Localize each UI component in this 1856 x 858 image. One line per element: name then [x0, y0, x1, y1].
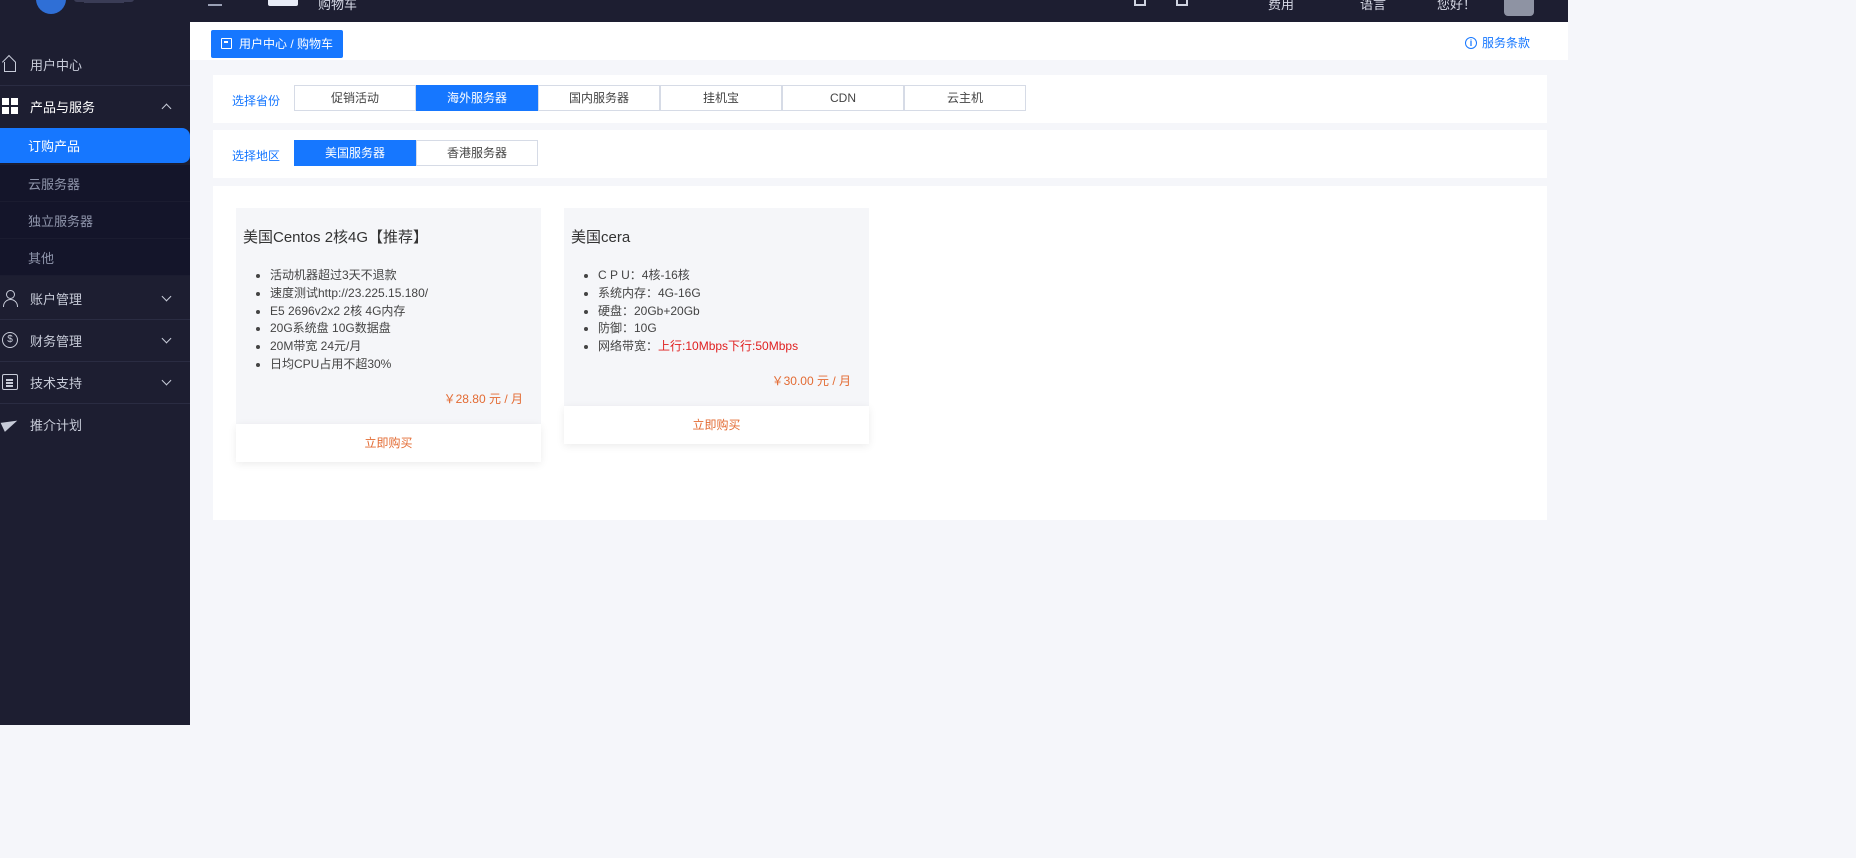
home-icon: [2, 56, 18, 72]
sidebar-item-user-center[interactable]: 用户中心: [0, 44, 190, 84]
tab-overseas[interactable]: 海外服务器: [416, 85, 538, 111]
feature-item: 硬盘：20Gb+20Gb: [598, 303, 798, 321]
tab-hk-server[interactable]: 香港服务器: [416, 140, 538, 166]
sidebar-item-label: 账户管理: [30, 291, 83, 307]
top-bar: 购物车 费用 语言 您好！: [0, 0, 1568, 22]
sidebar-item-label: 推介计划: [30, 417, 83, 433]
language-menu[interactable]: 语言: [1360, 0, 1386, 13]
province-filter-panel: 选择省份 促销活动 海外服务器 国内服务器 挂机宝 CDN 云主机: [213, 75, 1547, 123]
login-icon: [221, 38, 232, 49]
feature-item: 速度测试http://23.225.15.180/: [270, 285, 428, 303]
feature-item: 系统内存：4G-16G: [598, 285, 798, 303]
sidebar-item-label: 技术支持: [30, 375, 83, 391]
sidebar-sub-order[interactable]: 订购产品: [0, 128, 190, 164]
chevron-up-icon: [161, 103, 172, 114]
feature-item: 20M带宽 24元/月: [270, 338, 428, 356]
product-price: ￥28.80 元 / 月: [443, 392, 523, 406]
cart-badge-icon: [268, 0, 298, 6]
region-label: 选择地区: [232, 149, 281, 163]
sidebar-item-label: 产品与服务: [30, 99, 96, 115]
sidebar-item-account[interactable]: 账户管理: [0, 278, 190, 318]
buy-button-wrap: 立即购买: [564, 406, 869, 444]
avatar[interactable]: [1504, 0, 1534, 16]
product-list: 美国Centos 2核4G【推荐】 活动机器超过3天不退款 速度测试http:/…: [213, 186, 1547, 520]
sidebar-item-referral[interactable]: 推介计划: [0, 404, 190, 444]
logo-tagline: [84, 0, 124, 3]
terms-link[interactable]: i 服务条款: [1465, 34, 1530, 51]
buy-button[interactable]: 立即购买: [564, 406, 869, 444]
tab-domestic[interactable]: 国内服务器: [538, 85, 660, 111]
copy-icon[interactable]: [1134, 0, 1146, 6]
feature-item: 20G系统盘 10G数据盘: [270, 320, 428, 338]
chevron-down-icon: [161, 333, 172, 344]
feature-item: 防御：10G: [598, 320, 798, 338]
feature-item-bandwidth: 网络带宽：上行:10Mbps下行:50Mbps: [598, 338, 798, 356]
tab-cdn[interactable]: CDN: [782, 85, 904, 111]
product-features: 活动机器超过3天不退款 速度测试http://23.225.15.180/ E5…: [270, 267, 428, 374]
document-icon: [2, 374, 18, 390]
tab-us-server[interactable]: 美国服务器: [294, 140, 416, 166]
sidebar-item-label: 用户中心: [30, 57, 83, 73]
terms-label: 服务条款: [1482, 36, 1531, 50]
sidebar-item-finance[interactable]: $ 财务管理: [0, 320, 190, 360]
feature-item: 日均CPU占用不超30%: [270, 356, 428, 374]
brand-logo[interactable]: [36, 0, 136, 16]
tab-promotion[interactable]: 促销活动: [294, 85, 416, 111]
breadcrumb-label: 用户中心 / 购物车: [239, 37, 334, 51]
product-title: 美国cera: [571, 229, 631, 246]
money-icon: $: [2, 332, 18, 348]
feature-item: 活动机器超过3天不退款: [270, 267, 428, 285]
chevron-down-icon: [161, 291, 172, 302]
info-icon: i: [1465, 36, 1477, 49]
tab-hosting[interactable]: 挂机宝: [660, 85, 782, 111]
message-icon[interactable]: [1176, 0, 1188, 6]
sidebar-item-label: 财务管理: [30, 333, 83, 349]
sidebar-sub-other[interactable]: 其他: [0, 239, 190, 276]
menu-toggle-icon[interactable]: [208, 4, 222, 6]
grid-icon: [2, 98, 18, 114]
buy-button-wrap: 立即购买: [236, 424, 541, 462]
product-card: 美国Centos 2核4G【推荐】 活动机器超过3天不退款 速度测试http:/…: [236, 208, 541, 424]
product-card: 美国cera C P U：4核-16核 系统内存：4G-16G 硬盘：20Gb+…: [564, 208, 869, 406]
product-features: C P U：4核-16核 系统内存：4G-16G 硬盘：20Gb+20Gb 防御…: [598, 267, 798, 356]
province-label: 选择省份: [232, 94, 281, 108]
cart-label[interactable]: 购物车: [318, 0, 357, 13]
buy-button[interactable]: 立即购买: [236, 424, 541, 462]
send-icon: [2, 416, 18, 432]
tab-cloud-host[interactable]: 云主机: [904, 85, 1026, 111]
fee-menu[interactable]: 费用: [1268, 0, 1294, 13]
bandwidth-label: 网络带宽：: [598, 339, 659, 354]
bandwidth-value: 上行:10Mbps下行:50Mbps: [658, 339, 799, 354]
feature-item: E5 2696v2x2 2核 4G内存: [270, 303, 428, 321]
user-greeting[interactable]: 您好！: [1437, 0, 1476, 13]
logo-shield-icon: [36, 0, 66, 14]
product-title: 美国Centos 2核4G【推荐】: [243, 229, 429, 246]
sidebar-item-products[interactable]: 产品与服务: [0, 86, 190, 126]
chevron-down-icon: [161, 375, 172, 386]
product-price: ￥30.00 元 / 月: [771, 374, 851, 388]
breadcrumb[interactable]: 用户中心 / 购物车: [211, 30, 344, 58]
content-header: [190, 22, 1568, 60]
user-icon: [2, 290, 18, 307]
feature-item: C P U：4核-16核: [598, 267, 798, 285]
sidebar-sub-cloud[interactable]: 云服务器: [0, 165, 190, 202]
sidebar-sub-dedicated[interactable]: 独立服务器: [0, 202, 190, 239]
sidebar-item-support[interactable]: 技术支持: [0, 362, 190, 402]
region-filter-panel: 选择地区 美国服务器 香港服务器: [213, 130, 1547, 178]
